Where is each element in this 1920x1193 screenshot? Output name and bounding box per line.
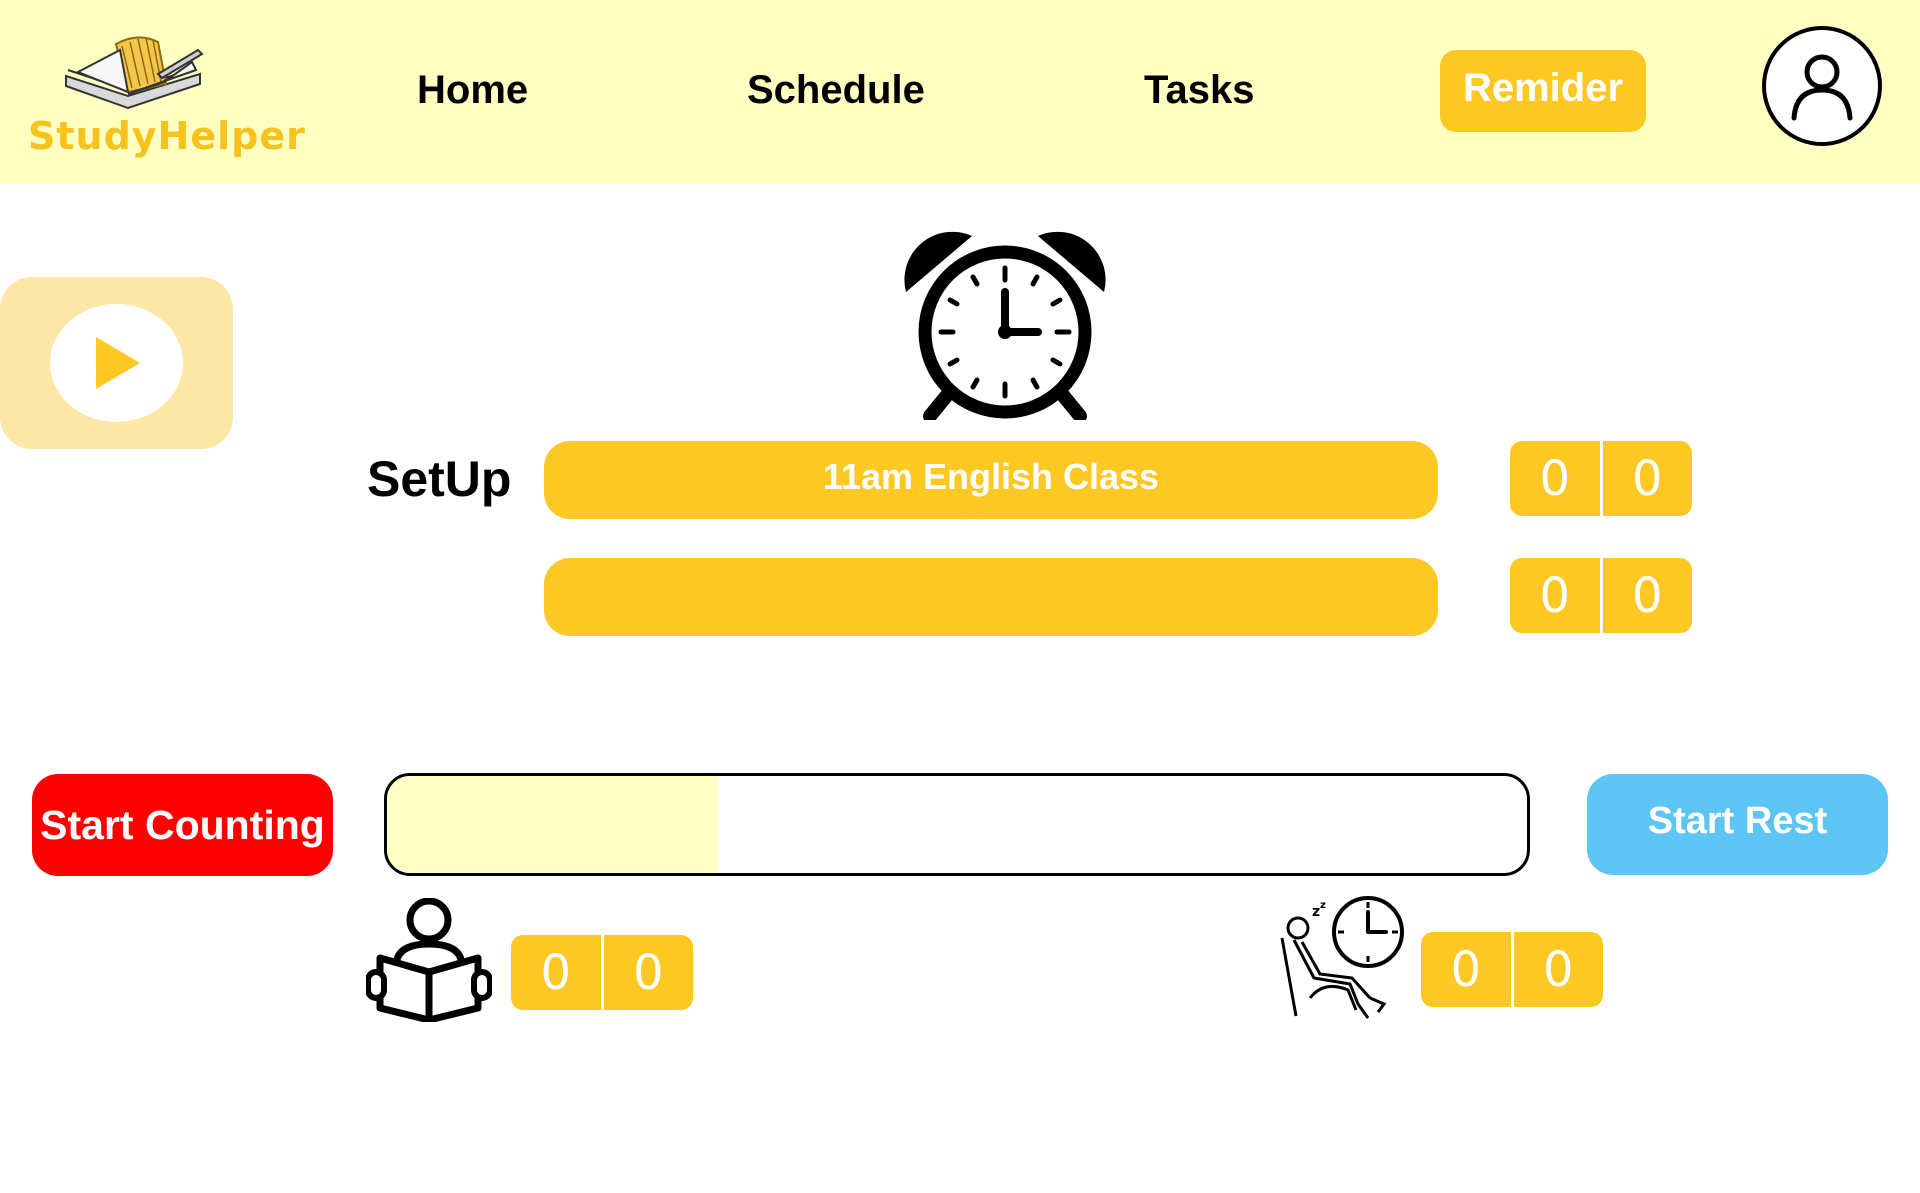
- user-avatar-button[interactable]: [1762, 26, 1882, 146]
- counter-digit: 0: [1539, 450, 1571, 507]
- timer-progress-fill: [387, 776, 718, 873]
- play-button[interactable]: [50, 304, 183, 422]
- play-icon: [95, 337, 140, 389]
- counter-digit: 0: [1599, 441, 1693, 516]
- counter-digit: 0: [1450, 941, 1482, 998]
- study-time-counter: 0 0: [511, 935, 693, 1010]
- app-logo[interactable]: StudyHelper: [20, 10, 305, 170]
- svg-text:z: z: [1320, 900, 1326, 911]
- svg-text:z: z: [1312, 904, 1320, 920]
- setup-task-input-2[interactable]: [544, 558, 1438, 636]
- counter-digit: 0: [1539, 567, 1571, 624]
- rest-time-counter: 0 0: [1421, 932, 1603, 1007]
- counter-digit: 0: [540, 944, 572, 1001]
- timer-progress-bar: [384, 773, 1530, 876]
- user-avatar-icon: [1791, 54, 1853, 121]
- reminder-button[interactable]: Remider: [1440, 50, 1646, 132]
- setup-task-input-1[interactable]: 11am English Class: [544, 441, 1438, 519]
- counter-digit: 0: [1599, 558, 1693, 633]
- setup-label: SetUp: [367, 451, 512, 507]
- play-card[interactable]: [0, 277, 233, 449]
- counter-digit: 0: [600, 935, 694, 1010]
- nav-schedule[interactable]: Schedule: [747, 68, 925, 113]
- nav-home[interactable]: Home: [417, 68, 528, 113]
- task-1-counter[interactable]: 0 0: [1510, 441, 1692, 516]
- reading-person-icon: [365, 897, 493, 1027]
- app-logo-text: StudyHelper: [28, 114, 306, 158]
- task-2-counter[interactable]: 0 0: [1510, 558, 1692, 633]
- resting-person-clock-icon: z z: [1274, 894, 1404, 1029]
- start-rest-button[interactable]: Start Rest: [1587, 774, 1888, 875]
- start-counting-button[interactable]: Start Counting: [32, 774, 333, 876]
- top-navigation-bar: StudyHelper Home Schedule Tasks Remider: [0, 0, 1920, 184]
- book-pen-icon: [65, 36, 204, 110]
- counter-digit: 0: [1510, 932, 1604, 1007]
- alarm-clock-icon: [900, 226, 1110, 425]
- nav-tasks[interactable]: Tasks: [1144, 68, 1254, 113]
